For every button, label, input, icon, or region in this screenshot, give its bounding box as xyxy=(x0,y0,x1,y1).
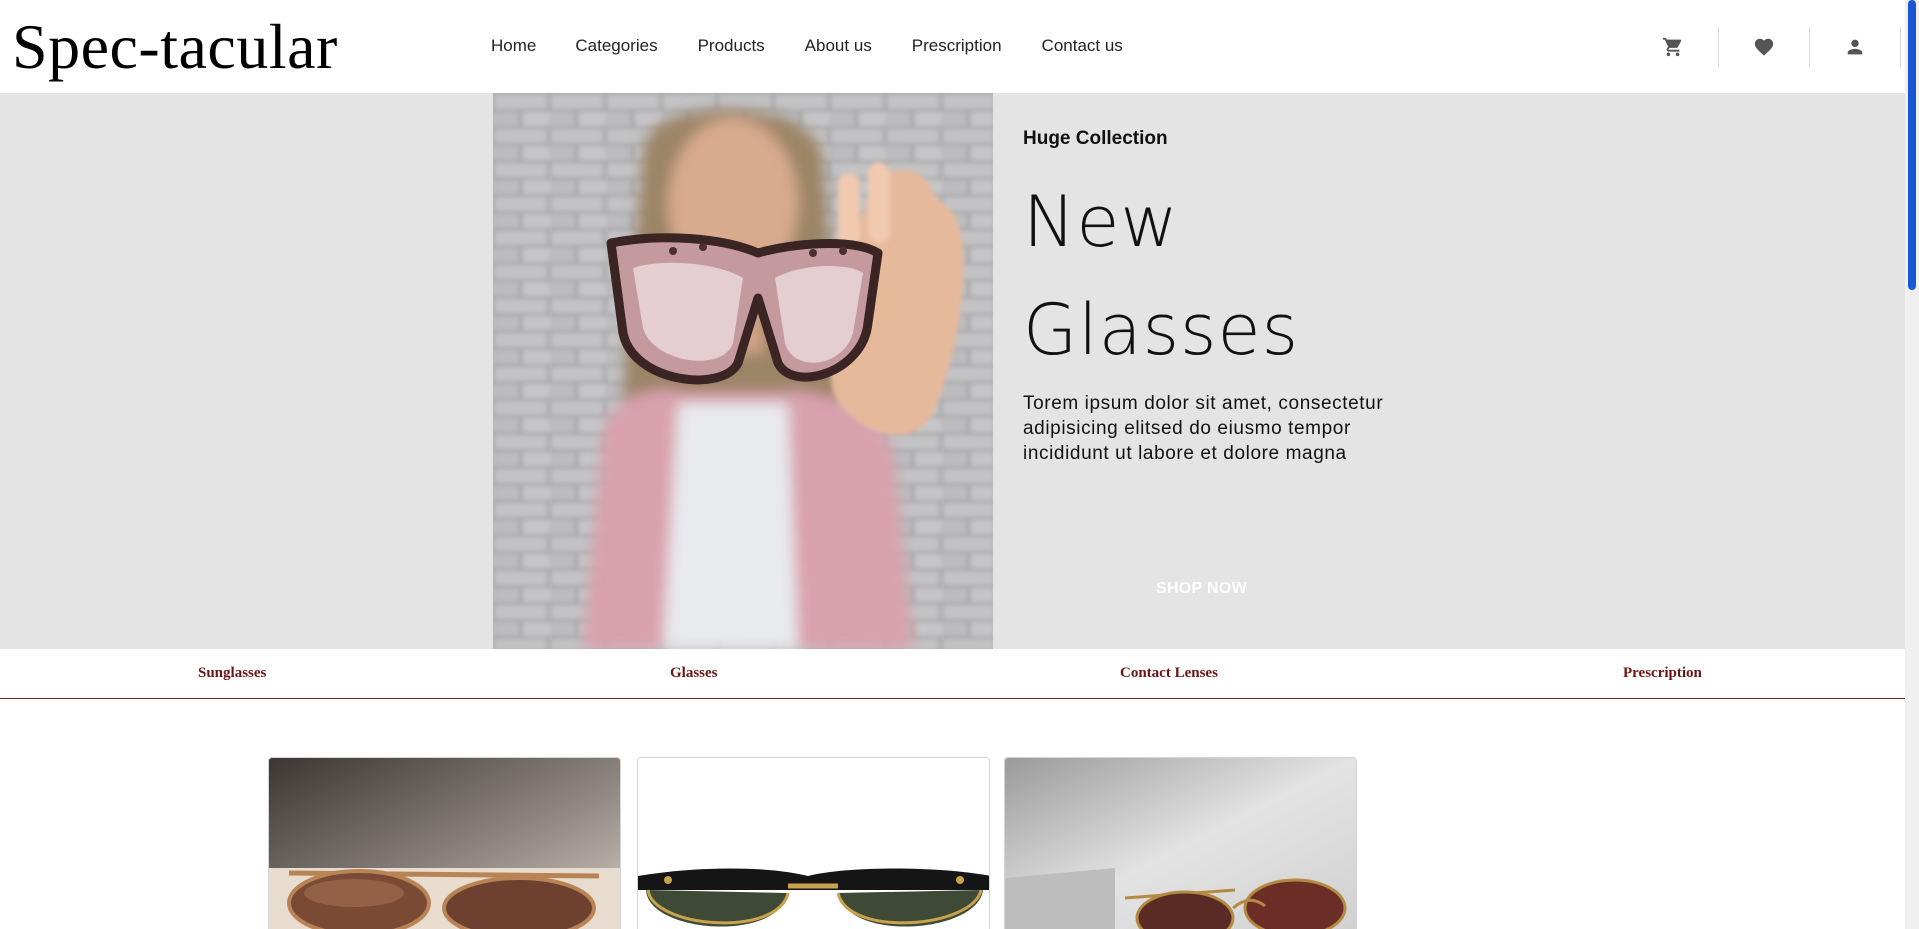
hero-headline: New Glasses xyxy=(1023,168,1299,384)
category-contact-lenses[interactable]: Contact Lenses xyxy=(1120,665,1218,682)
site-header: Spec-tacular Home Categories Products Ab… xyxy=(0,0,1905,93)
header-divider xyxy=(1900,27,1901,67)
nav-products[interactable]: Products xyxy=(698,36,765,56)
nav-categories[interactable]: Categories xyxy=(575,36,657,56)
heart-icon xyxy=(1754,38,1774,56)
cart-button[interactable] xyxy=(1640,27,1706,67)
scrollbar-thumb[interactable] xyxy=(1908,0,1916,290)
cart-icon xyxy=(1662,37,1682,57)
product-image xyxy=(269,758,620,929)
hero-banner: Huge Collection New Glasses Torem ipsum … xyxy=(0,93,1905,649)
page-scrollbar[interactable] xyxy=(1905,0,1919,929)
hero-description: Torem ipsum dolor sit amet, consectetur … xyxy=(1023,393,1384,464)
header-divider xyxy=(1718,27,1719,67)
product-image xyxy=(1005,758,1356,929)
category-tabs: Sunglasses Glasses Contact Lenses Prescr… xyxy=(0,649,1905,699)
header-divider xyxy=(1809,27,1810,67)
shop-now-button[interactable]: SHOP NOW xyxy=(1023,569,1380,609)
nav-about-us[interactable]: About us xyxy=(805,36,872,56)
product-card[interactable] xyxy=(637,757,990,929)
hero-headline-line1: New xyxy=(1023,181,1179,263)
hero-headline-line2: Glasses xyxy=(1023,289,1300,371)
nav-home[interactable]: Home xyxy=(491,36,536,56)
wishlist-button[interactable] xyxy=(1731,27,1797,67)
header-actions xyxy=(1640,27,1913,67)
category-sunglasses[interactable]: Sunglasses xyxy=(198,665,266,682)
nav-prescription[interactable]: Prescription xyxy=(912,36,1002,56)
brand-logo[interactable]: Spec-tacular xyxy=(12,10,338,84)
product-card[interactable] xyxy=(268,757,621,929)
hero-kicker: Huge Collection xyxy=(1023,128,1168,149)
hero-image xyxy=(493,93,993,649)
account-button[interactable] xyxy=(1822,27,1888,67)
main-nav: Home Categories Products About us Prescr… xyxy=(491,36,1123,56)
user-icon xyxy=(1847,39,1863,55)
category-glasses[interactable]: Glasses xyxy=(670,665,718,682)
category-prescription[interactable]: Prescription xyxy=(1623,665,1702,682)
product-image xyxy=(638,758,989,929)
product-card[interactable] xyxy=(1004,757,1357,929)
nav-contact-us[interactable]: Contact us xyxy=(1042,36,1123,56)
